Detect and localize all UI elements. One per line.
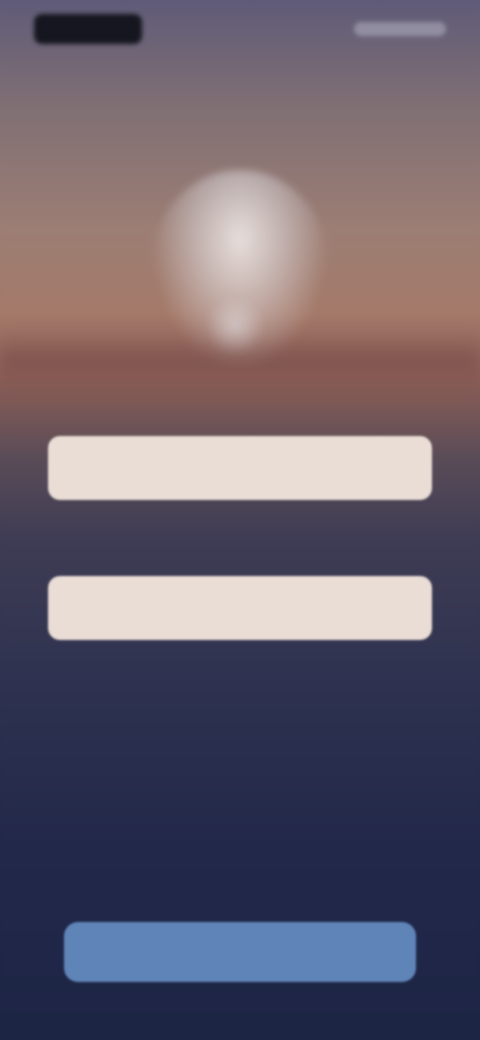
status-indicators-icon [354, 22, 446, 36]
field2-input[interactable] [48, 576, 432, 640]
form-hint-text [48, 384, 428, 398]
status-bar [0, 0, 480, 60]
brand-logo-icon[interactable] [34, 14, 142, 44]
background-veil [0, 0, 480, 1040]
submit-button[interactable] [64, 922, 416, 982]
moon-reflection-image [205, 295, 265, 355]
field1-input[interactable] [48, 436, 432, 500]
